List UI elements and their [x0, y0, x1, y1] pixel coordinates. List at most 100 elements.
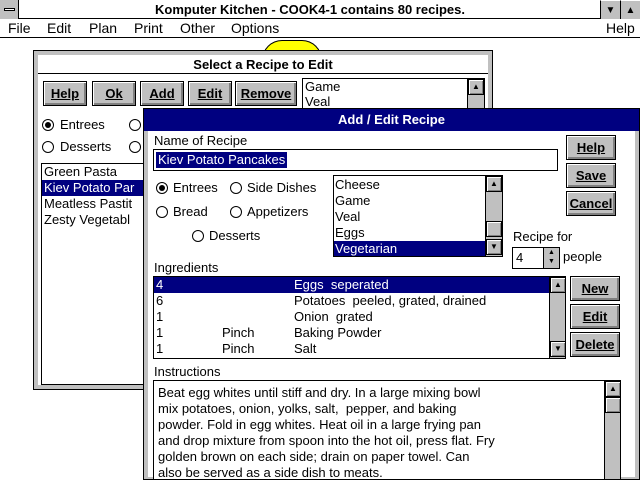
app-title-bar: Komputer Kitchen - COOK4-1 contains 80 r…	[0, 0, 640, 19]
system-menu-icon	[4, 8, 15, 11]
ingredient-item: Potatoes peeled, grated, drained	[294, 293, 487, 308]
list-item[interactable]: Eggs	[335, 225, 365, 241]
select-radio-hidden[interactable]	[129, 119, 141, 131]
ingredient-qty: 6	[156, 293, 164, 308]
select-add-button[interactable]: Add	[140, 81, 184, 106]
type-radio-bread-label: Bread	[173, 204, 208, 219]
select-category-scrollbar[interactable]: ▲	[467, 79, 484, 109]
instructions-line: golden brown on each side; drain on pape…	[158, 449, 470, 464]
dialog-title: Add / Edit Recipe	[144, 109, 639, 131]
ingredient-row-selected[interactable]: 4 Eggs seperated	[154, 277, 550, 293]
instructions-textarea[interactable]: Beat egg whites until stiff and dry. In …	[153, 380, 621, 480]
ingredient-new-button[interactable]: New	[570, 276, 620, 301]
maximize-button[interactable]: ▲	[620, 0, 640, 19]
scroll-down-icon[interactable]: ▼	[550, 341, 565, 357]
scroll-thumb[interactable]	[486, 221, 502, 237]
type-radio-desserts[interactable]	[192, 230, 204, 242]
list-item[interactable]: Game	[305, 79, 340, 95]
menu-edit[interactable]: Edit	[47, 19, 71, 38]
list-item[interactable]: Veal	[335, 209, 360, 225]
add-edit-recipe-dialog: Add / Edit Recipe Name of Recipe Kiev Po…	[143, 108, 640, 480]
scroll-up-icon[interactable]: ▲	[605, 381, 620, 397]
menu-plan[interactable]: Plan	[89, 19, 117, 38]
select-ok-button[interactable]: Ok	[92, 81, 136, 106]
select-radio-desserts-label: Desserts	[60, 139, 112, 154]
select-remove-button[interactable]: Remove	[235, 81, 297, 106]
type-radio-side-dishes[interactable]	[230, 182, 242, 194]
dialog-save-button[interactable]: Save	[566, 163, 616, 188]
ingredient-row[interactable]: 1 Pinch Salt	[154, 341, 550, 357]
instructions-line: and drop mixture from spoon into the hot…	[158, 433, 495, 448]
category-list[interactable]: Cheese Game Veal Eggs Vegetarian ▲ ▼	[333, 175, 503, 257]
list-item[interactable]: Green Pasta	[44, 164, 117, 180]
servings-value: 4	[516, 250, 524, 265]
type-radio-bread[interactable]	[156, 206, 168, 218]
select-edit-button[interactable]: Edit	[188, 81, 232, 106]
ingredients-scrollbar[interactable]: ▲ ▼	[549, 277, 565, 358]
people-label: people	[563, 249, 603, 264]
ingredient-item: Onion grated	[294, 309, 373, 324]
list-item-selected[interactable]: Vegetarian	[334, 241, 486, 256]
type-radio-appetizers[interactable]	[230, 206, 242, 218]
spinner-arrows-icon[interactable]: ▲ ▼	[543, 248, 559, 268]
menu-bar: File Edit Plan Print Other Options Help	[0, 19, 640, 38]
ingredient-qty: 4	[156, 277, 164, 292]
ingredient-row[interactable]: 6 Potatoes peeled, grated, drained	[154, 293, 550, 309]
menu-other[interactable]: Other	[180, 19, 215, 38]
recipe-name-value: Kiev Potato Pancakes	[156, 152, 288, 168]
ingredient-unit: Pinch	[222, 341, 255, 356]
select-window-title: Select a Recipe to Edit	[38, 55, 488, 74]
ingredient-qty: 1	[156, 325, 164, 340]
system-menu-button[interactable]	[0, 0, 19, 19]
name-of-recipe-label: Name of Recipe	[154, 133, 248, 148]
select-recipe-list[interactable]: Green Pasta Kiev Potato Par Meatless Pas…	[41, 163, 153, 385]
type-radio-entrees-label: Entrees	[173, 180, 218, 195]
list-item-selected[interactable]: Kiev Potato Par	[42, 180, 152, 196]
dialog-cancel-button[interactable]: Cancel	[566, 191, 616, 216]
ingredient-row[interactable]: 1 Onion grated	[154, 309, 550, 325]
instructions-line: also be served as a side dish to meats.	[158, 465, 383, 480]
list-item[interactable]: Cheese	[335, 177, 380, 193]
category-scrollbar[interactable]: ▲ ▼	[485, 176, 502, 256]
minimize-button[interactable]: ▼	[600, 0, 620, 19]
type-radio-desserts-label: Desserts	[209, 228, 261, 243]
scroll-down-icon[interactable]: ▼	[486, 239, 502, 255]
menu-options[interactable]: Options	[231, 19, 279, 38]
ingredients-list[interactable]: 4 Eggs seperated 6 Potatoes peeled, grat…	[153, 276, 566, 359]
select-radio-hidden-2[interactable]	[129, 141, 141, 153]
ingredient-qty: 1	[156, 341, 164, 356]
servings-spinner[interactable]: 4 ▲ ▼	[512, 247, 560, 269]
type-radio-appetizers-label: Appetizers	[247, 204, 309, 219]
ingredient-row[interactable]: 1 Pinch Baking Powder	[154, 325, 550, 341]
ingredient-unit: Pinch	[222, 325, 255, 340]
scroll-up-icon[interactable]: ▲	[486, 176, 502, 192]
ingredient-item: Salt	[294, 341, 317, 356]
ingredients-label: Ingredients	[154, 260, 219, 275]
list-item[interactable]: Game	[335, 193, 370, 209]
scroll-thumb[interactable]	[605, 397, 620, 413]
scroll-up-icon[interactable]: ▲	[468, 79, 484, 95]
menu-file[interactable]: File	[8, 19, 31, 38]
select-category-list[interactable]: Game Veal ▲	[302, 78, 485, 110]
ingredient-item: Baking Powder	[294, 325, 382, 340]
scroll-up-icon[interactable]: ▲	[550, 277, 565, 293]
instructions-scrollbar[interactable]: ▲	[604, 381, 620, 479]
select-radio-entrees[interactable]	[42, 119, 54, 131]
type-radio-entrees[interactable]	[156, 182, 168, 194]
ingredient-delete-button[interactable]: Delete	[570, 332, 620, 357]
ingredient-edit-button[interactable]: Edit	[570, 304, 620, 329]
ingredient-item: Eggs seperated	[294, 277, 389, 292]
select-radio-desserts[interactable]	[42, 141, 54, 153]
select-help-button[interactable]: Help	[43, 81, 87, 106]
menu-help[interactable]: Help	[606, 19, 635, 38]
list-item[interactable]: Zesty Vegetabl	[44, 212, 130, 228]
list-item[interactable]: Meatless Pastit	[44, 196, 132, 212]
instructions-line: Beat egg whites until stiff and dry. In …	[158, 385, 481, 400]
app-title: Komputer Kitchen - COOK4-1 contains 80 r…	[155, 2, 465, 17]
menu-print[interactable]: Print	[134, 19, 163, 38]
ingredient-qty: 1	[156, 309, 164, 324]
instructions-label: Instructions	[154, 364, 221, 379]
select-radio-entrees-label: Entrees	[60, 117, 105, 132]
recipe-name-field[interactable]: Kiev Potato Pancakes	[153, 149, 558, 171]
dialog-help-button[interactable]: Help	[566, 135, 616, 160]
